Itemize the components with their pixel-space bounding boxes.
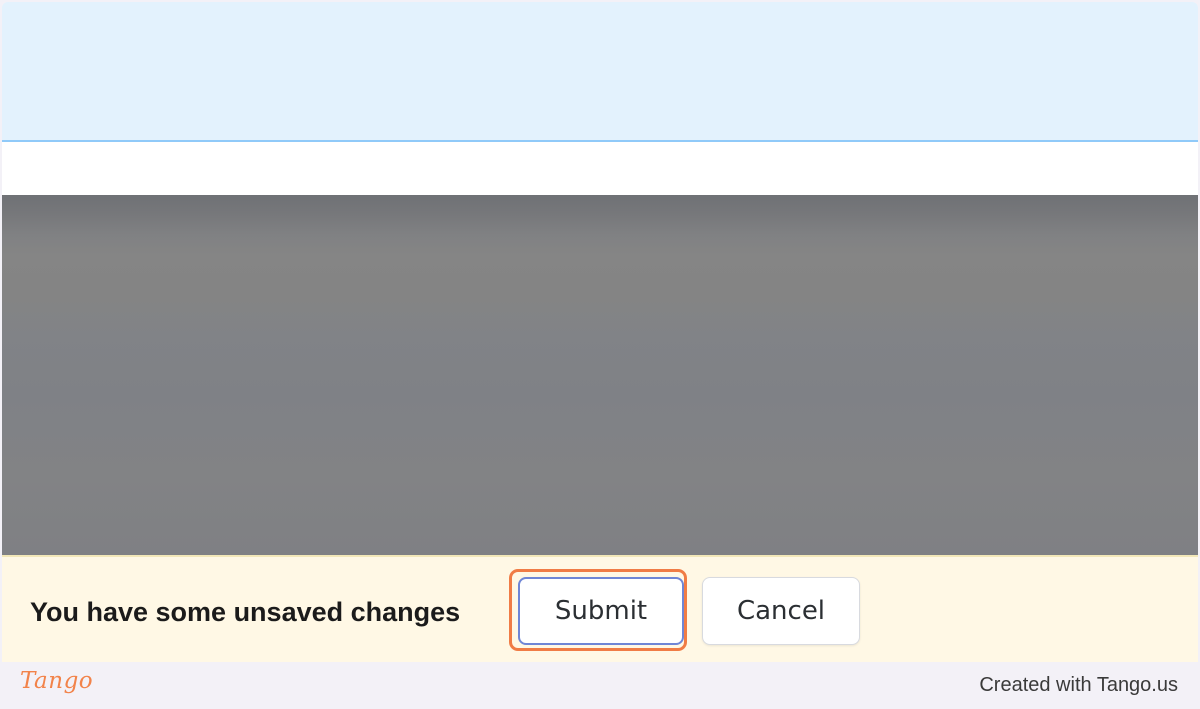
unsaved-message: You have some unsaved changes [30,597,461,627]
app-screenshot: You have some unsaved changes Submit Can… [2,2,1198,662]
unsaved-changes-bar: You have some unsaved changes Submit Can… [2,555,1198,662]
submit-button[interactable]: Submit [518,577,684,645]
footer: Tango Created with Tango.us [0,662,1200,709]
cancel-button[interactable]: Cancel [702,577,860,645]
header-band [2,2,1198,142]
tango-frame: You have some unsaved changes Submit Can… [0,0,1200,709]
dimmed-overlay [2,195,1198,555]
tango-logo[interactable]: Tango [20,668,93,694]
credit-text: Created with Tango.us [979,674,1178,696]
content-band [2,142,1198,195]
